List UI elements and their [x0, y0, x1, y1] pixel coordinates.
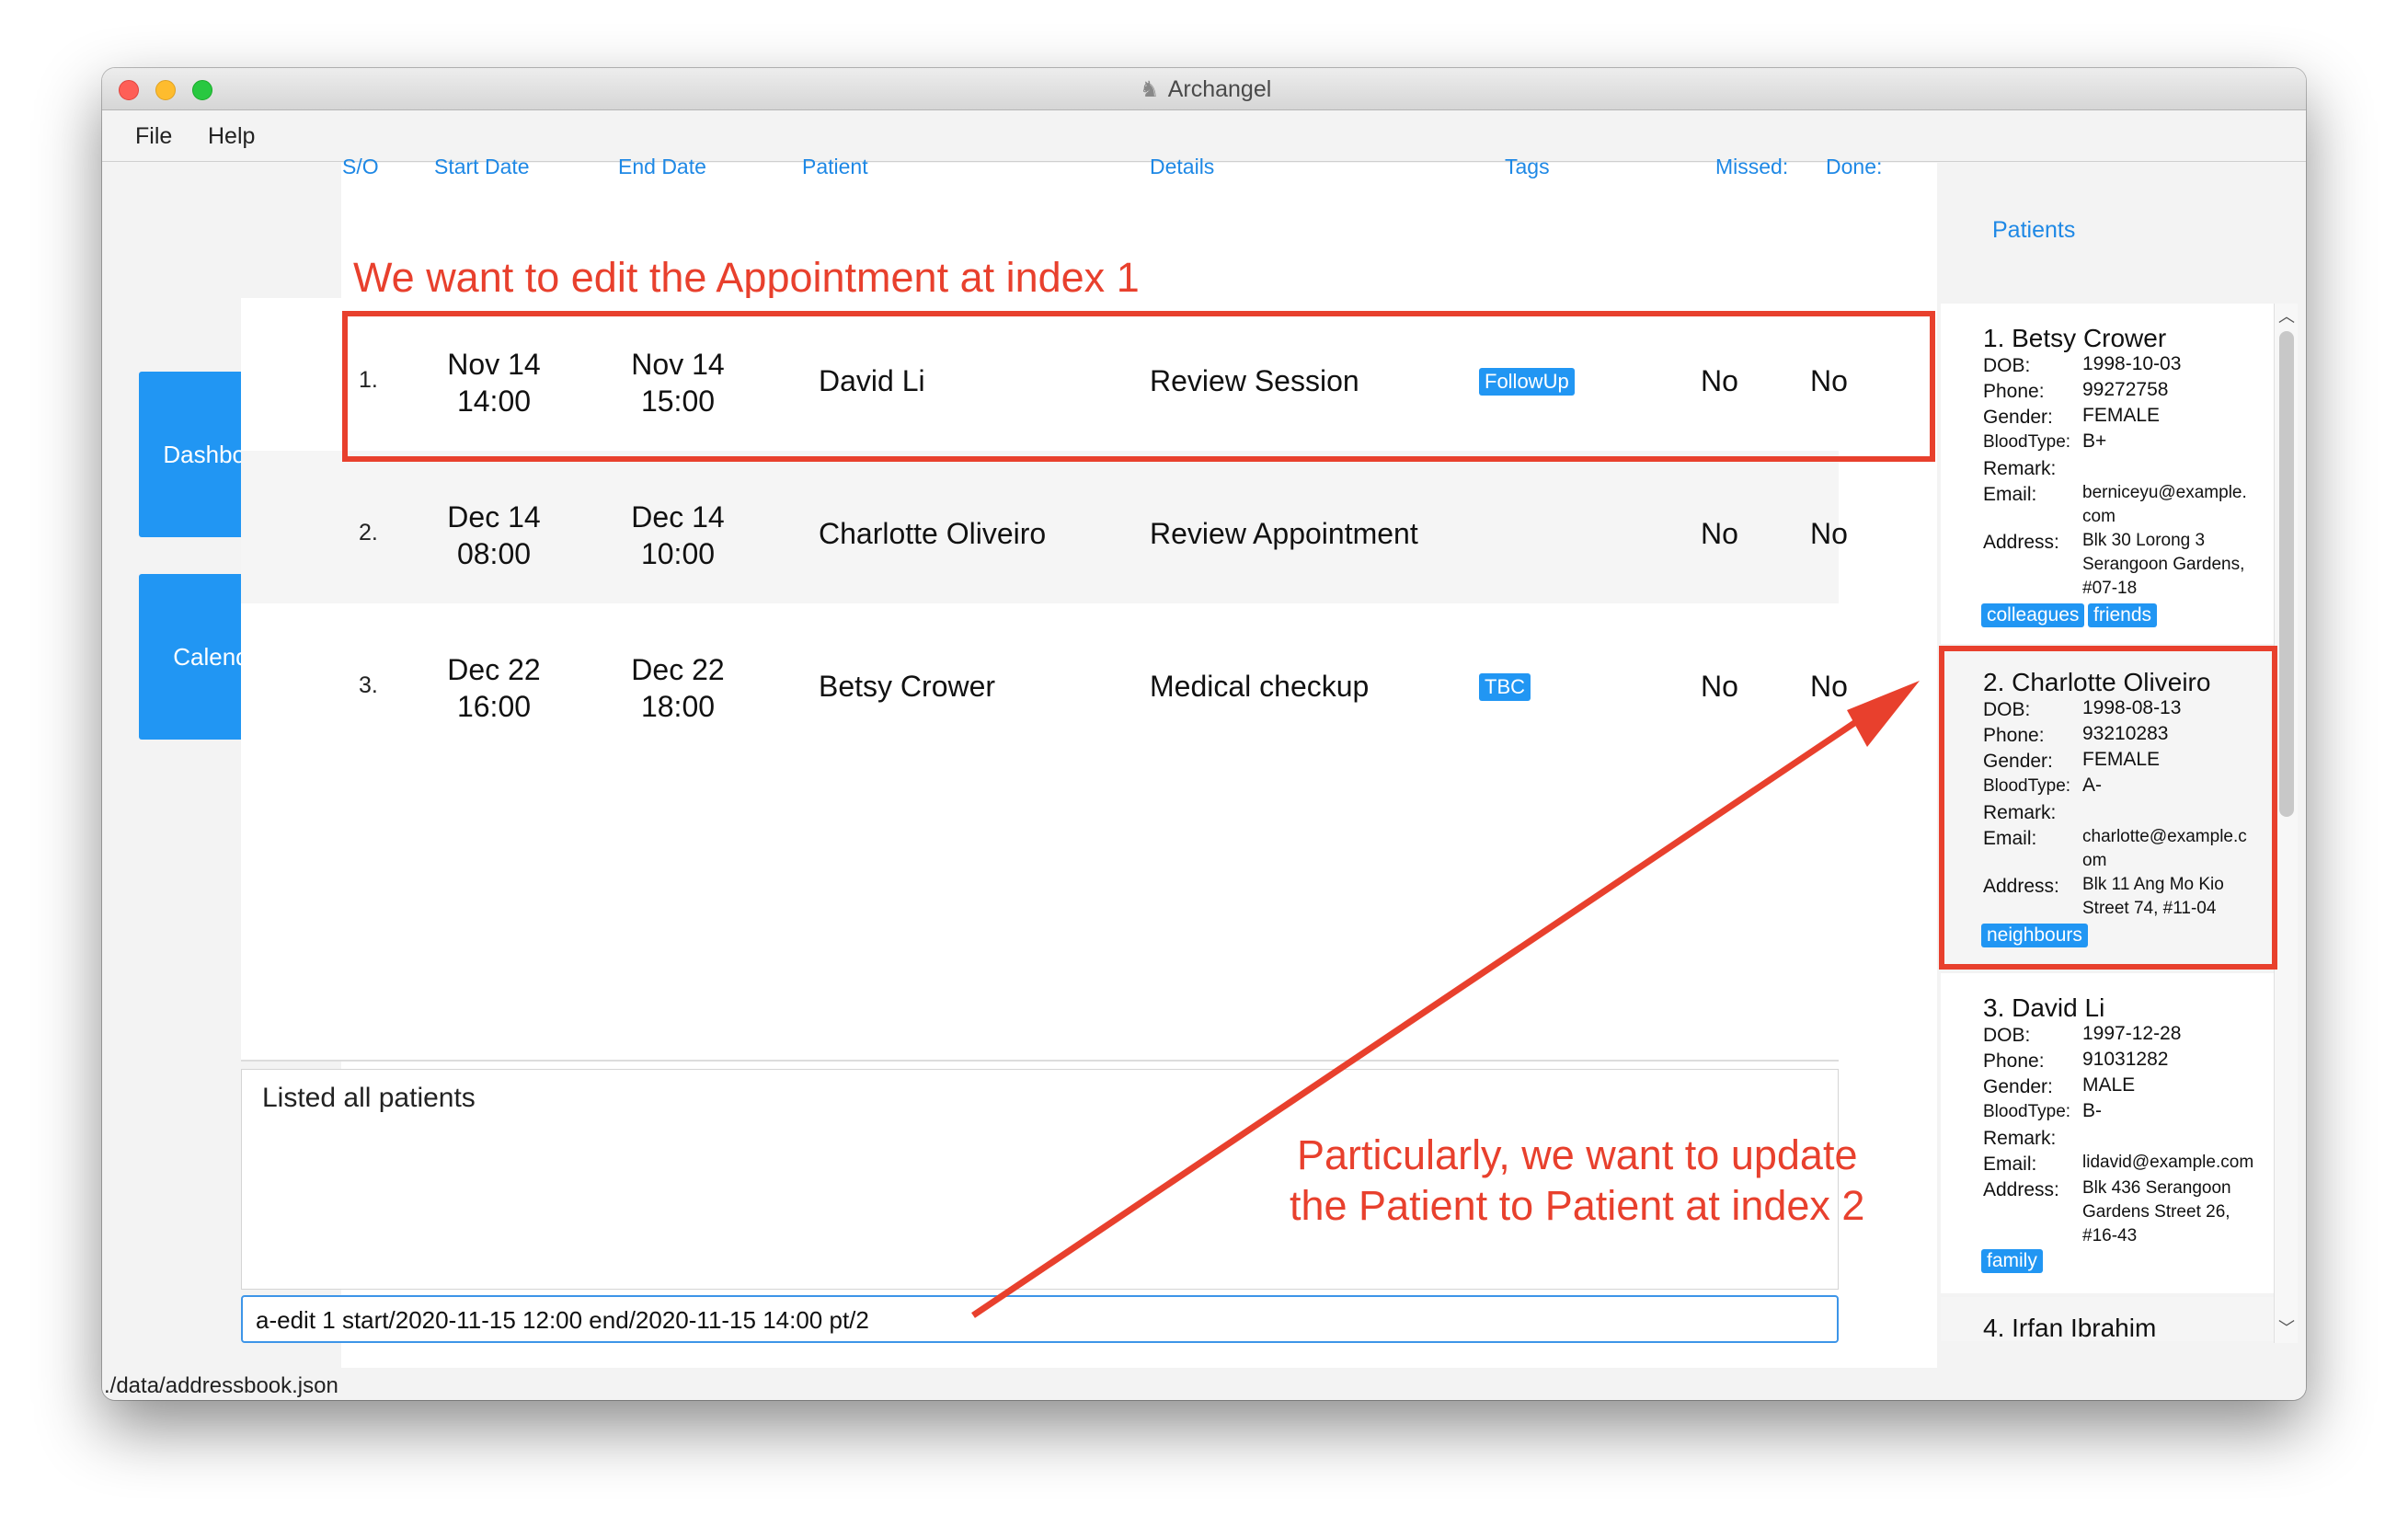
arrow-line: [971, 713, 1867, 1318]
arrow-head: [1847, 681, 1920, 747]
annotation-arrow: [971, 681, 1920, 1318]
